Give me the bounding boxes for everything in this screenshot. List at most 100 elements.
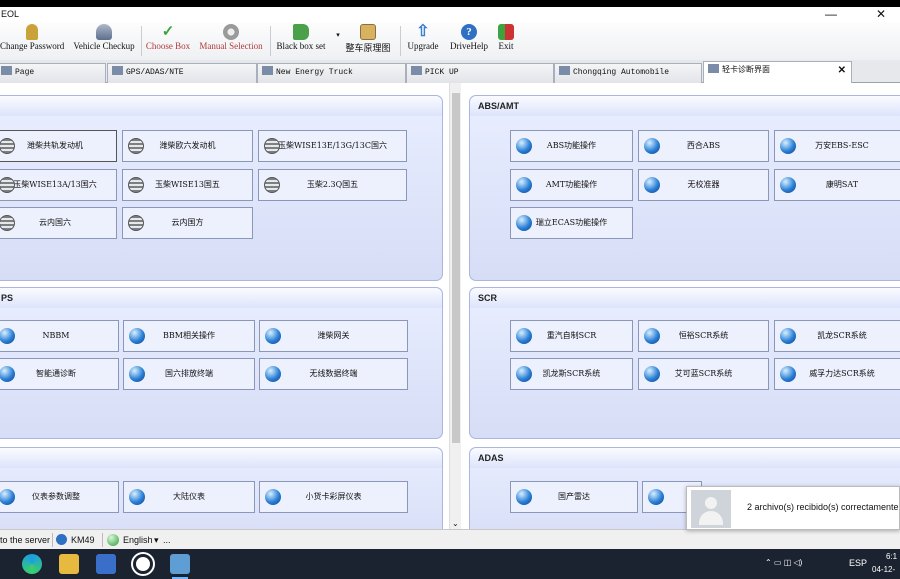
abs-button-6[interactable]: 康明SAT	[774, 169, 900, 201]
close-tab-icon[interactable]: ✕	[838, 62, 846, 80]
engine-button-2[interactable]: 潍柴欧六发动机	[122, 130, 253, 162]
tab-icon	[411, 66, 422, 75]
globe-icon	[129, 328, 145, 344]
window-title: EOL	[1, 9, 20, 19]
language-selector[interactable]: English	[123, 530, 153, 550]
abs-button-4[interactable]: AMT功能操作	[510, 169, 633, 201]
ps-button-4[interactable]: 智能通诊断	[0, 358, 119, 390]
tab-icon	[1, 66, 12, 75]
store-icon[interactable]	[96, 554, 116, 574]
panel-abs-amt: ABS/AMT ABS功能操作 西合ABS 万安EBS-ESC AMT功能操作 …	[469, 95, 900, 281]
key-icon	[26, 24, 38, 40]
device-label: KM49	[71, 535, 95, 545]
panel-ps: PS NBBM BBM相关操作 潍柴网关 智能通诊断 国六排放终端 无线数据终端	[0, 287, 443, 439]
chevron-down-icon[interactable]: ▾	[154, 530, 159, 550]
scr-button-2[interactable]: 恒裕SCR系统	[638, 320, 769, 352]
notification-message: 2 archivo(s) recibido(s) correctamente	[747, 502, 899, 512]
eol-app-icon[interactable]	[170, 554, 190, 579]
panel-abs-amt-title: ABS/AMT	[470, 96, 900, 116]
close-window-button[interactable]: ✕	[870, 7, 892, 22]
globe-icon	[265, 366, 281, 382]
globe-icon	[129, 489, 145, 505]
instrument-button-3[interactable]: 小货卡彩屏仪表	[259, 481, 408, 513]
exit-button[interactable]: Exit	[494, 24, 518, 58]
edge-browser-icon[interactable]	[22, 554, 42, 574]
remote-app-icon[interactable]	[133, 554, 153, 574]
tab-chongqing-automobile[interactable]: Chongqing Automobile	[554, 63, 702, 83]
abs-button-5[interactable]: 无校准器	[638, 169, 769, 201]
instrument-button-1[interactable]: 仪表参数调整	[0, 481, 119, 513]
car-icon	[96, 24, 112, 40]
keyboard-language[interactable]: ESP	[849, 558, 867, 568]
tab-icon	[708, 64, 719, 73]
tray-icons[interactable]: ⌃ ▭ ◫ ◁)	[765, 558, 802, 567]
engine-button-5[interactable]: 玉柴WISE13国五	[122, 169, 253, 201]
ps-button-2[interactable]: BBM相关操作	[123, 320, 255, 352]
tab-pick-up[interactable]: PICK UP	[406, 63, 554, 83]
user-avatar-icon	[691, 490, 731, 528]
panel-adas-title: ADAS	[470, 448, 900, 468]
instrument-button-2[interactable]: 大陆仪表	[123, 481, 255, 513]
ps-button-6[interactable]: 无线数据终端	[259, 358, 408, 390]
vehicle-checkup-button[interactable]: Vehicle Checkup	[72, 24, 136, 58]
globe-icon	[129, 366, 145, 382]
drivehelp-button[interactable]: ? DriveHelp	[448, 24, 490, 58]
engine-button-3[interactable]: 玉柴WISE13E/13G/13C国六	[258, 130, 407, 162]
toolbar: Change Password Vehicle Checkup ✓ Choose…	[0, 22, 900, 60]
tab-icon	[262, 66, 273, 75]
engine-button-1[interactable]: 潍柴共轨发动机	[0, 130, 117, 162]
choose-box-button[interactable]: ✓ Choose Box	[144, 24, 192, 58]
abs-button-1[interactable]: ABS功能操作	[510, 130, 633, 162]
change-password-button[interactable]: Change Password	[0, 24, 64, 58]
globe-icon	[0, 366, 15, 382]
engine-button-6[interactable]: 玉柴2.3Q国五	[258, 169, 407, 201]
server-status: to the server	[0, 535, 51, 545]
tab-gps-adas-nte[interactable]: GPS/ADAS/NTE	[107, 63, 257, 83]
scrollbar-thumb[interactable]	[452, 93, 460, 443]
scr-button-3[interactable]: 凯龙SCR系统	[774, 320, 900, 352]
start-icon[interactable]	[0, 554, 20, 574]
globe-icon	[780, 177, 796, 193]
black-box-set-button[interactable]: Black box set	[274, 24, 328, 58]
vertical-scrollbar[interactable]: ⌄	[449, 83, 461, 529]
panel-scr: SCR 重汽自制SCR 恒裕SCR系统 凯龙SCR系统 凯龙斯SCR系统 艾可蓝…	[469, 287, 900, 439]
minimize-button[interactable]: —	[820, 7, 842, 22]
ps-button-3[interactable]: 潍柴网关	[259, 320, 408, 352]
file-explorer-icon[interactable]	[59, 554, 79, 574]
globe-icon	[265, 328, 281, 344]
engine-button-8[interactable]: 云内国方	[122, 207, 253, 239]
engine-icon	[128, 138, 144, 154]
ps-button-5[interactable]: 国六排放终端	[123, 358, 255, 390]
tab-new-energy-truck[interactable]: New Energy Truck	[257, 63, 406, 83]
scr-button-1[interactable]: 重汽自制SCR	[510, 320, 633, 352]
engine-button-7[interactable]: 云内国六	[0, 207, 117, 239]
wiring-diagram-button[interactable]: 整车原理图	[344, 24, 392, 58]
scr-button-6[interactable]: 威孚力达SCR系统	[774, 358, 900, 390]
panel-scr-title: SCR	[470, 288, 900, 308]
upgrade-button[interactable]: ⇧ Upgrade	[405, 24, 441, 58]
globe-icon	[516, 366, 532, 382]
notification-toast[interactable]: 2 archivo(s) recibido(s) correctamente	[686, 486, 900, 530]
globe-icon	[516, 138, 532, 154]
scr-button-5[interactable]: 艾可蓝SCR系统	[638, 358, 769, 390]
status-divider	[52, 533, 53, 547]
globe-icon	[516, 215, 532, 231]
ps-button-1[interactable]: NBBM	[0, 320, 119, 352]
tab-light-truck-diagnosis[interactable]: 轻卡诊断界面 ✕	[703, 61, 852, 83]
abs-button-3[interactable]: 万安EBS-ESC	[774, 130, 900, 162]
scr-button-4[interactable]: 凯龙斯SCR系统	[510, 358, 633, 390]
abs-button-7[interactable]: 瑞立ECAS功能操作	[510, 207, 633, 239]
manual-selection-button[interactable]: Manual Selection	[198, 24, 264, 58]
status-bar: to the server KM49 English ▾ ...	[0, 529, 900, 549]
clock-date: 04-12-	[872, 565, 896, 574]
tab-page[interactable]: Page	[0, 63, 106, 83]
globe-icon	[516, 177, 532, 193]
engine-icon	[0, 138, 15, 154]
globe-icon	[265, 489, 281, 505]
engine-icon	[264, 138, 280, 154]
abs-button-2[interactable]: 西合ABS	[638, 130, 769, 162]
engine-button-4[interactable]: 玉柴WISE13A/13国六	[0, 169, 117, 201]
globe-icon	[780, 328, 796, 344]
adas-button-1[interactable]: 国产雷达	[510, 481, 638, 513]
scroll-down-arrow[interactable]: ⌄	[452, 519, 459, 528]
